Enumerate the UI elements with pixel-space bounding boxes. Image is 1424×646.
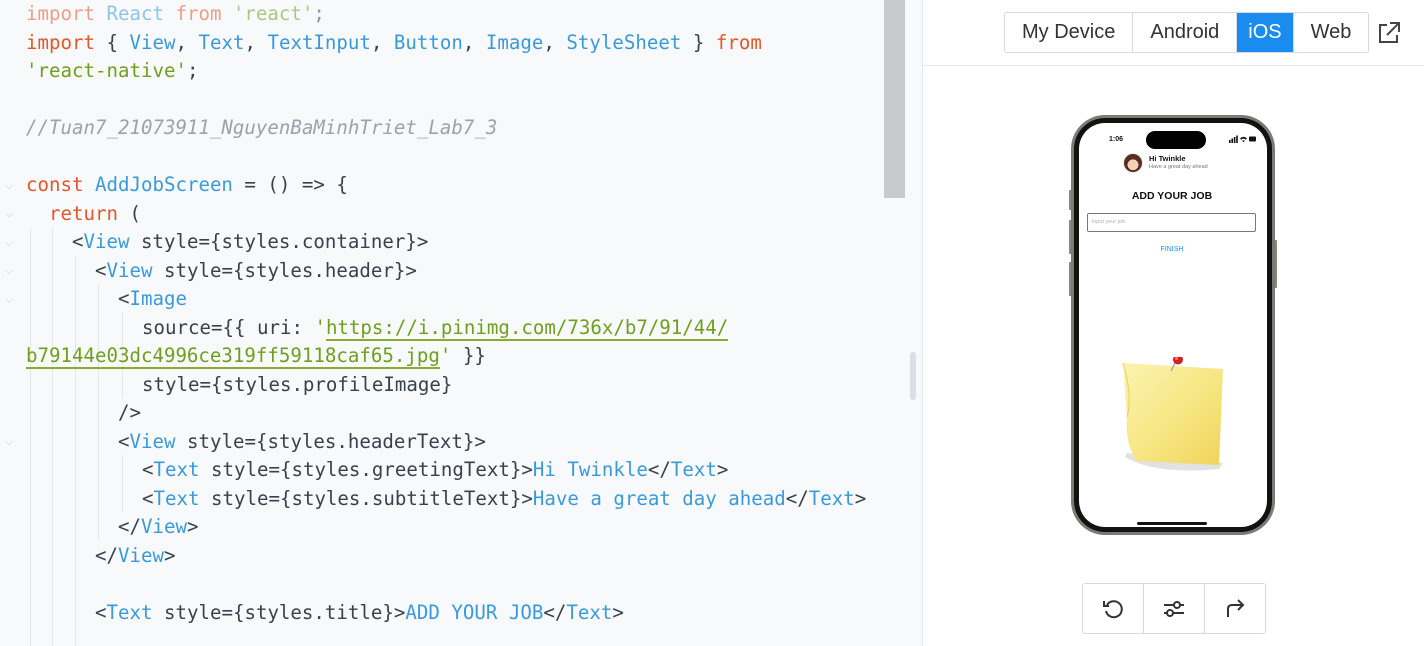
greeting-text: Hi Twinkle (1149, 154, 1186, 163)
dynamic-island (1146, 131, 1206, 149)
code-line: /> (118, 401, 141, 424)
fold-chevron-icon[interactable]: ⌵ (2, 435, 16, 449)
code-line: <View style={styles.headerText}> (118, 430, 486, 453)
indent-guide (75, 256, 76, 646)
code-line: </View> (118, 515, 199, 538)
indent-guide (52, 228, 53, 646)
overview-scroll-indicator[interactable] (910, 352, 916, 400)
code-line: </View> (95, 544, 176, 567)
home-indicator (1137, 522, 1207, 525)
indent-guide (98, 284, 99, 540)
share-icon (1227, 598, 1245, 617)
code-line: style={styles.profileImage} (142, 373, 453, 396)
indent-guide (122, 455, 123, 512)
tab-android[interactable]: Android (1133, 13, 1238, 52)
code-line: 'react-native'; (26, 59, 199, 82)
code-line: return ( (49, 202, 141, 225)
sticky-note-image (1122, 357, 1223, 471)
fold-chevron-icon[interactable]: ⌵ (2, 179, 16, 193)
image-url-link[interactable]: https://i.pinimg.com/736x/b7/91/44/ (325, 316, 729, 341)
tab-ios[interactable]: iOS (1237, 13, 1294, 52)
code-line: <Text style={styles.title}>ADD YOUR JOB<… (95, 601, 624, 624)
preview-header: My Device Android iOS Web (923, 0, 1424, 66)
ios-phone-frame: 1:06 Hi Twinkle Have a great day ahead A… (1071, 115, 1275, 535)
phone-bezel: 1:06 Hi Twinkle Have a great day ahead A… (1074, 118, 1272, 532)
code-line: <Text style={styles.greetingText}>Hi Twi… (142, 458, 729, 481)
phone-screen[interactable]: 1:06 Hi Twinkle Have a great day ahead A… (1079, 123, 1267, 527)
subtitle-text: Have a great day ahead (1149, 164, 1208, 170)
image-url-link[interactable]: b79144e03dc4996ce319ff59118caf65.jpg (26, 344, 440, 369)
reload-button[interactable] (1083, 584, 1144, 633)
code-line: b79144e03dc4996ce319ff59118caf65.jpg' }} (26, 344, 486, 369)
settings-button[interactable] (1144, 584, 1205, 633)
platform-tabs: My Device Android iOS Web (1004, 12, 1370, 53)
fold-chevron-icon[interactable]: ⌵ (2, 293, 16, 307)
tab-web[interactable]: Web (1293, 13, 1369, 52)
add-job-title: ADD YOUR JOB (1131, 190, 1213, 202)
code-line: import React from 'react'; (26, 2, 325, 25)
finish-button[interactable]: FINISH (1079, 246, 1265, 253)
job-input[interactable]: input your job (1087, 213, 1256, 232)
editor-scrollbar-thumb[interactable] (884, 0, 905, 198)
code-line: <Image (118, 287, 187, 310)
code-line: <Text style={styles.subtitleText}>Have a… (142, 487, 867, 510)
fold-chevron-icon[interactable]: ⌵ (2, 236, 16, 250)
code-line: source={{ uri: 'https://i.pinimg.com/736… (142, 316, 729, 341)
settings-sliders-icon (1164, 600, 1184, 617)
preview-toolbar (1082, 583, 1266, 634)
code-line: import { View, Text, TextInput, Button, … (26, 31, 762, 54)
status-icons (1229, 135, 1256, 143)
indent-guide (30, 228, 31, 646)
fold-chevron-icon[interactable]: ⌵ (2, 207, 16, 221)
code-line: const AddJobScreen = () => { (26, 173, 348, 196)
reload-icon (1103, 599, 1123, 618)
fold-chevron-icon[interactable]: ⌵ (2, 264, 16, 278)
tab-my-device[interactable]: My Device (1005, 13, 1134, 52)
code-comment: //Tuan7_21073911_NguyenBaMinhTriet_Lab7_… (26, 116, 498, 139)
profile-avatar (1123, 153, 1143, 173)
preview-pane: My Device Android iOS Web 1:06 Hi Twinkl… (923, 0, 1424, 646)
status-time: 1:06 (1109, 136, 1124, 143)
code-editor[interactable]: ⌵ ⌵ ⌵ ⌵ ⌵ ⌵ import React from 'react'; i… (0, 0, 922, 646)
share-button[interactable] (1205, 584, 1265, 633)
code-line: <View style={styles.container}> (72, 230, 429, 253)
open-external-icon[interactable] (1376, 20, 1402, 46)
code-line: <View style={styles.header}> (95, 259, 417, 282)
